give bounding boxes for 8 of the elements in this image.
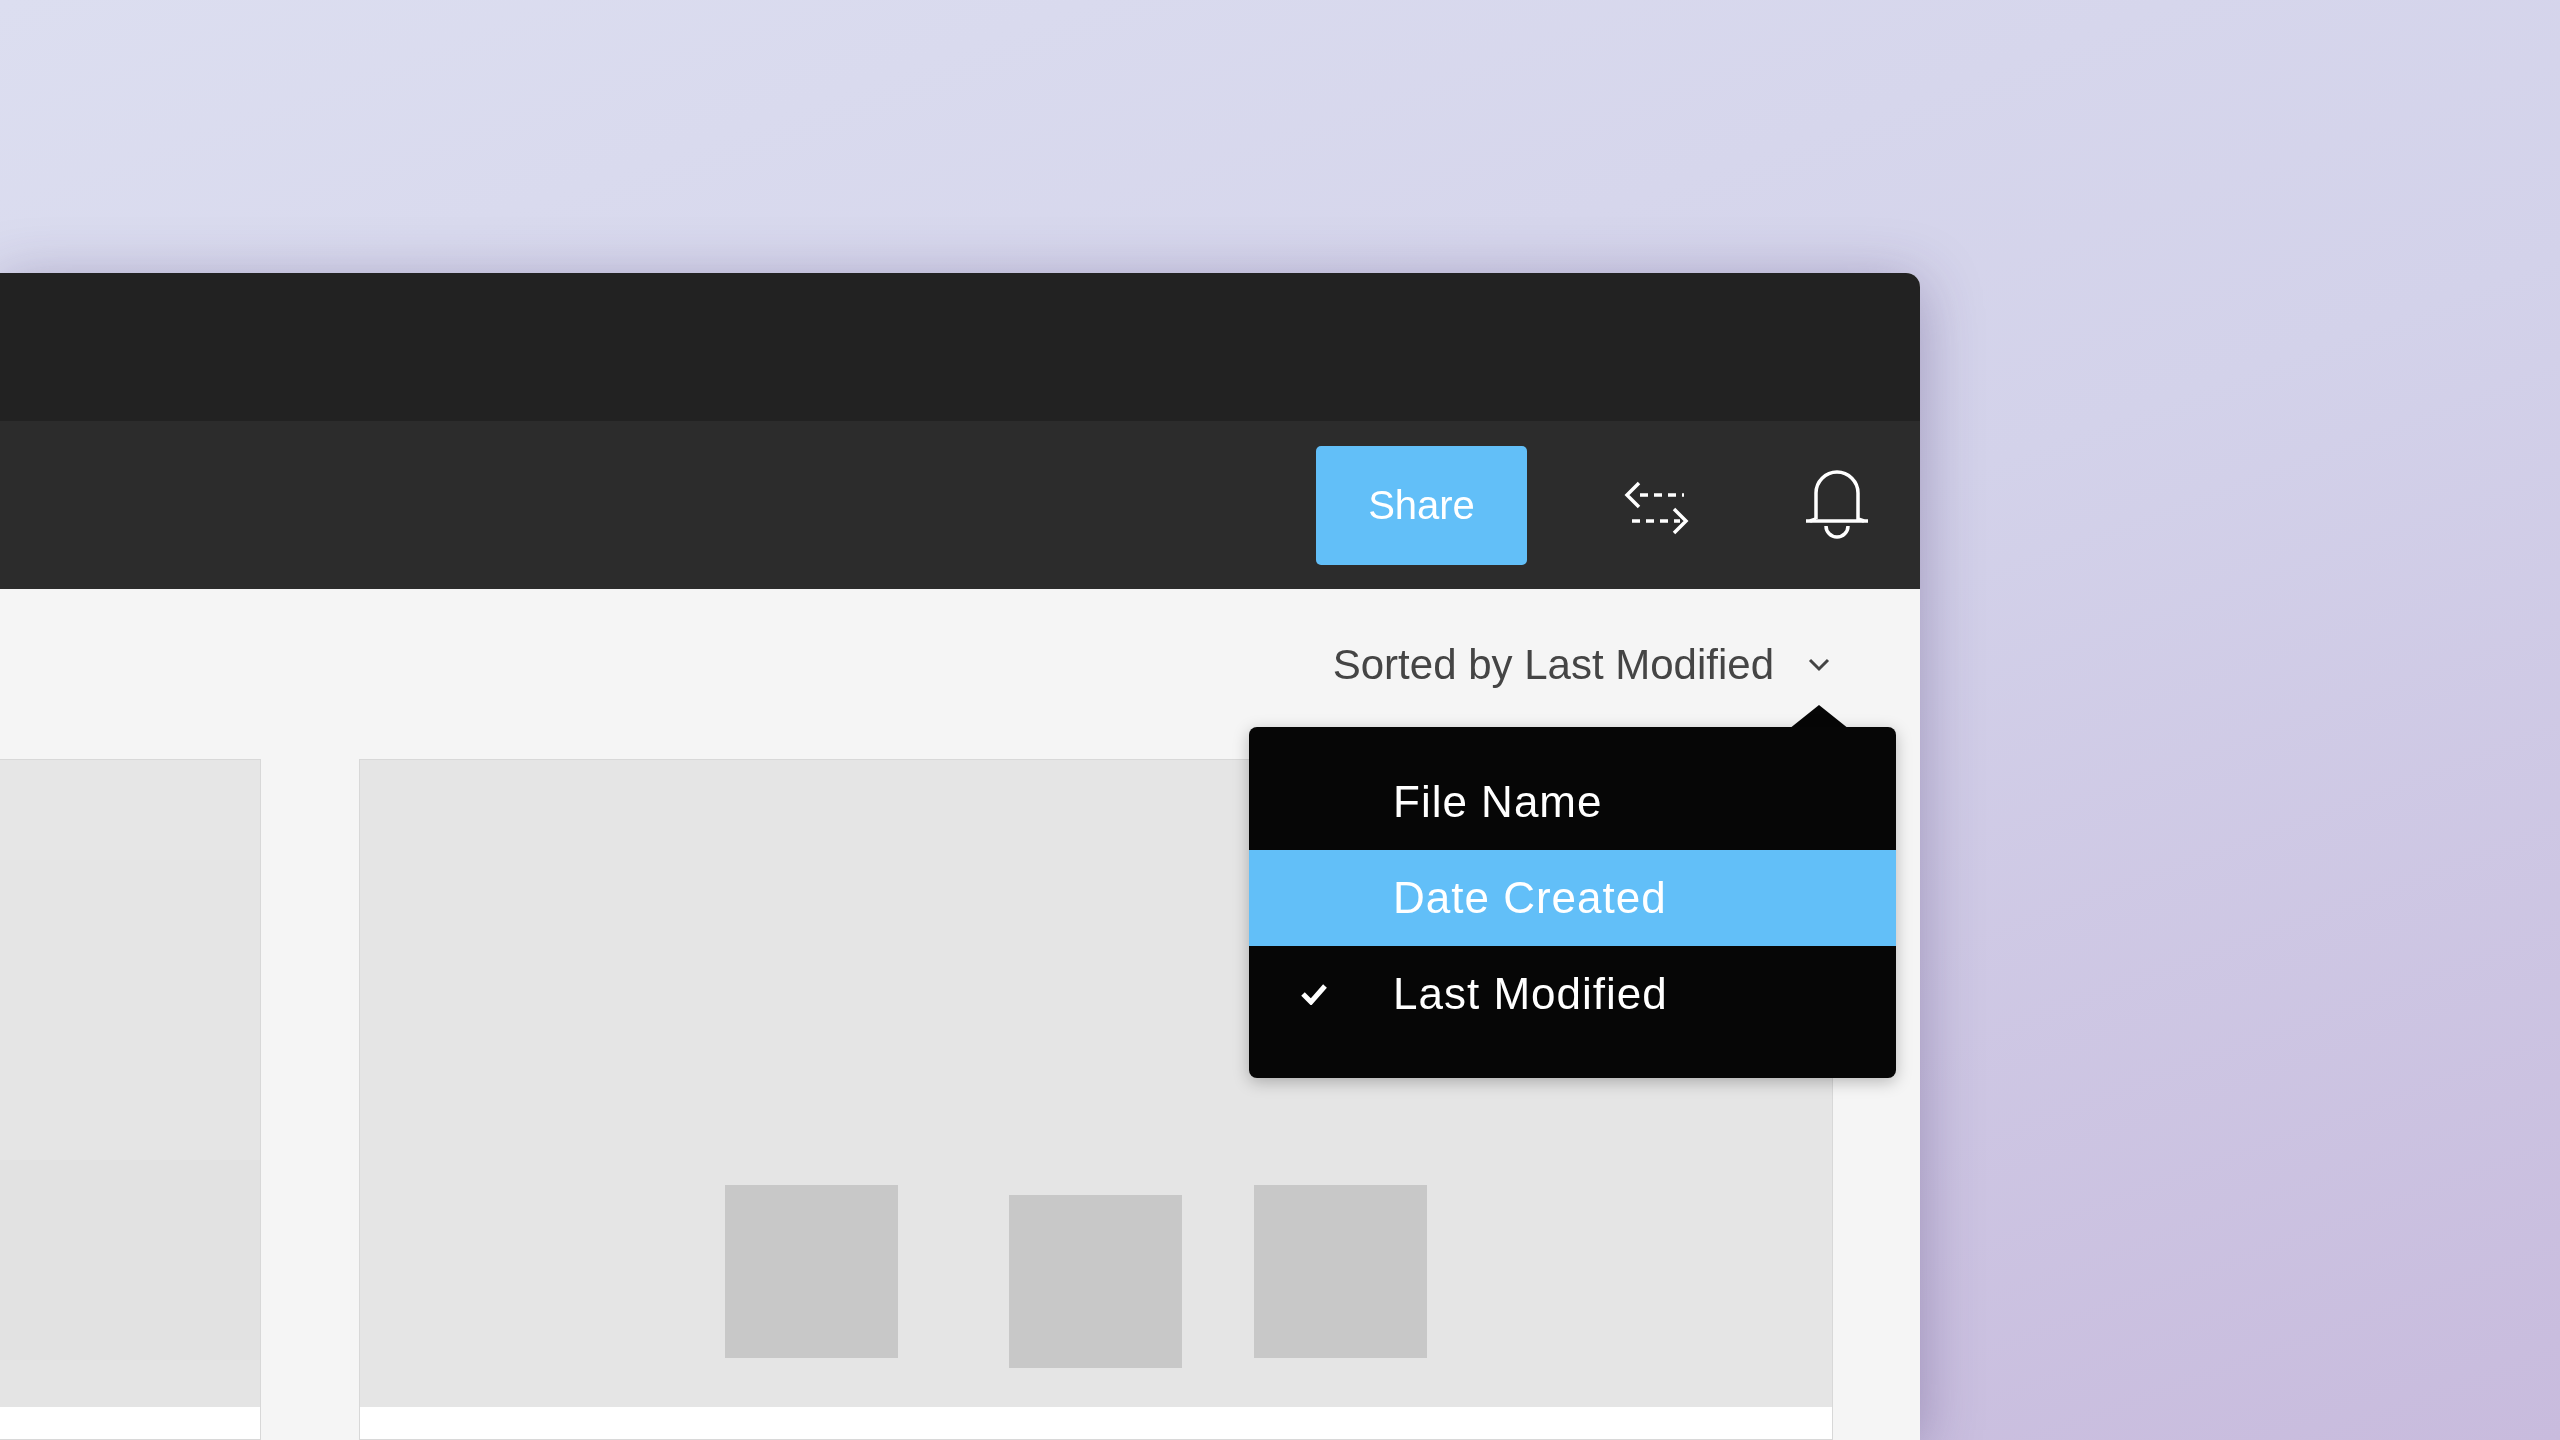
- menu-item[interactable]: File Name: [1249, 754, 1896, 850]
- bell-icon[interactable]: [1804, 469, 1870, 541]
- menu-item-label: Date Created: [1393, 873, 1667, 923]
- sort-dropdown[interactable]: Sorted by Last Modified: [1332, 641, 1830, 689]
- menu-item-label: File Name: [1393, 777, 1603, 827]
- menu-item[interactable]: Last Modified: [1249, 946, 1896, 1042]
- menu-item-label: Last Modified: [1393, 969, 1668, 1019]
- chevron-icon: [1808, 658, 1830, 672]
